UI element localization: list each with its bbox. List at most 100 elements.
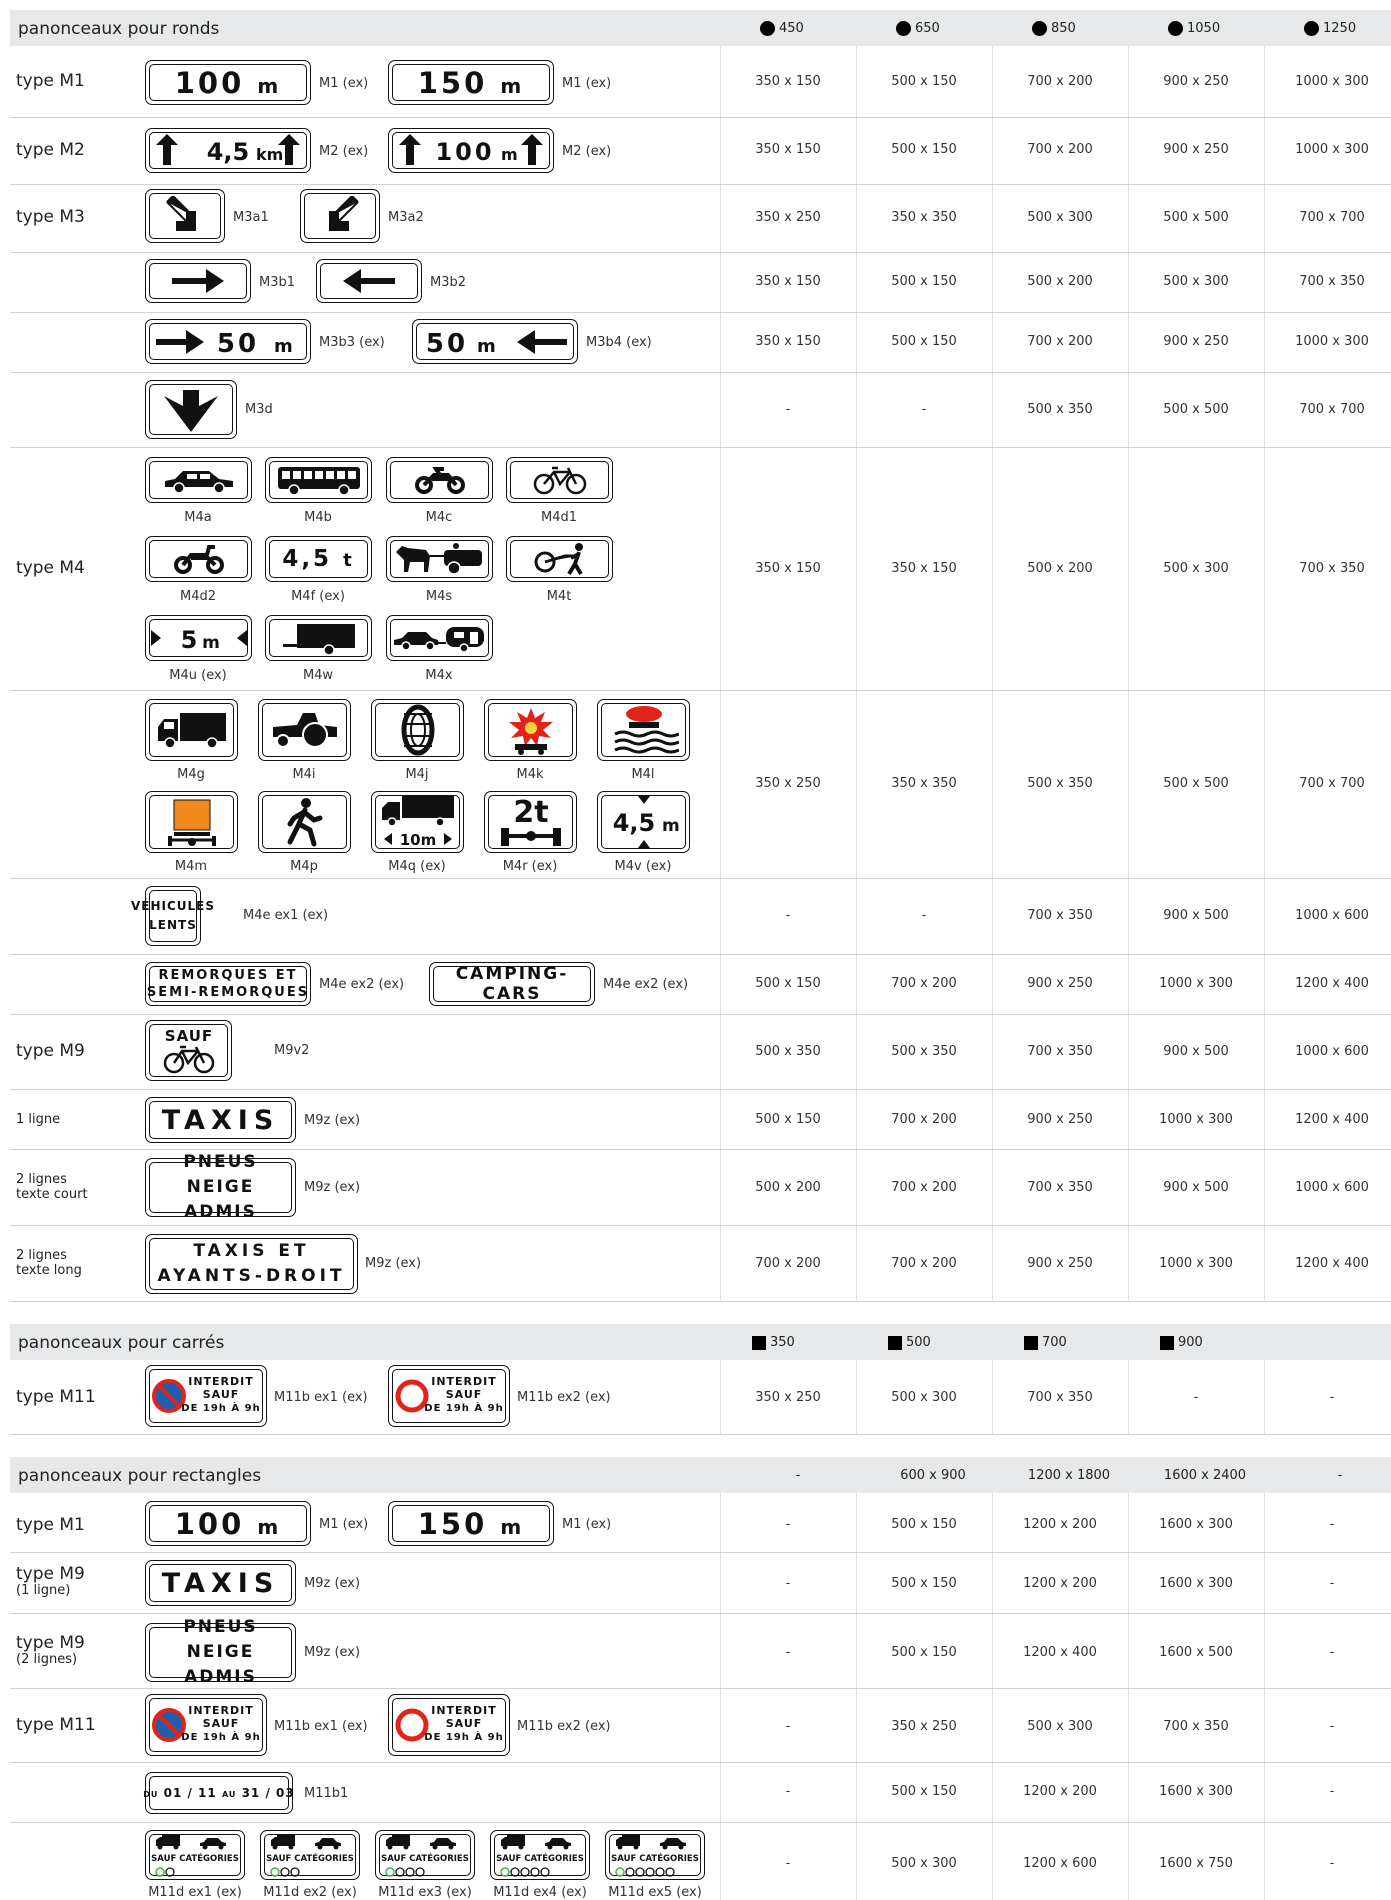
caption-m1: M1 (ex) bbox=[319, 1517, 369, 1532]
dimension-cell: 1600 x 500 bbox=[1159, 1645, 1233, 1660]
sign-m4f: 4,5 t bbox=[265, 536, 372, 582]
dimension-cell: 500 x 150 bbox=[891, 1645, 957, 1660]
svg-text:4,5: 4,5 bbox=[207, 138, 250, 166]
col-header-1250: 1250 bbox=[1304, 21, 1356, 36]
sign-m4u: 5 m bbox=[145, 615, 252, 661]
dimension-cell: 700 x 200 bbox=[1027, 142, 1093, 157]
dimension-cell: 1200 x 600 bbox=[1023, 1856, 1097, 1871]
dimension-cell: - bbox=[1329, 1645, 1335, 1660]
sign-m11d-ex1: SAUF CATÉGORIES bbox=[145, 1830, 245, 1880]
dimension-cell: 350 x 150 bbox=[755, 561, 821, 576]
dimension-cell: 900 x 500 bbox=[1163, 1044, 1229, 1059]
row-label-1-ligne: 1 ligne bbox=[16, 1112, 61, 1127]
sign-rect-m1-100m: 100 m bbox=[145, 1501, 311, 1546]
caption-m4b: M4b bbox=[304, 510, 332, 525]
dimension-cell: 500 x 500 bbox=[1163, 776, 1229, 791]
handcart-icon bbox=[534, 543, 583, 576]
sign-rect-m9z-taxis: TAXIS bbox=[145, 1560, 296, 1606]
dimension-cell: 700 x 200 bbox=[891, 1256, 957, 1271]
dimension-cell: 500 x 350 bbox=[755, 1044, 821, 1059]
dimension-cell: 500 x 150 bbox=[755, 976, 821, 991]
dimension-cell: 500 x 300 bbox=[1027, 1719, 1093, 1734]
column-divider bbox=[720, 1493, 721, 1900]
car-icon bbox=[164, 471, 233, 494]
sign-m4p bbox=[258, 791, 351, 853]
sign-m4m bbox=[145, 791, 238, 853]
dimension-cell: 1600 x 300 bbox=[1159, 1576, 1233, 1591]
row-divider bbox=[10, 312, 1391, 313]
svg-text:50: 50 bbox=[217, 329, 259, 359]
svg-text:SAUF CATÉGORIES: SAUF CATÉGORIES bbox=[381, 1852, 469, 1864]
sign-m4k bbox=[484, 699, 577, 761]
caption-m11d-ex1: M11d ex1 (ex) bbox=[148, 1885, 242, 1900]
dimension-cell: 350 x 150 bbox=[755, 274, 821, 289]
caption-m11b-ex1: M11b ex1 (ex) bbox=[274, 1390, 368, 1405]
dimension-cell: 500 x 500 bbox=[1163, 210, 1229, 225]
dimension-cell: 1200 x 400 bbox=[1295, 1112, 1369, 1127]
section-title: panonceaux pour carrés bbox=[18, 1333, 225, 1353]
sign-m11d-ex3: SAUF CATÉGORIES bbox=[375, 1830, 475, 1880]
caption-m4v: M4v (ex) bbox=[614, 859, 672, 874]
caption-m4w: M4w bbox=[302, 668, 334, 683]
sign-m11d-ex2: SAUF CATÉGORIES bbox=[260, 1830, 360, 1880]
row-label-2-lignes-long: 2 lignes texte long bbox=[16, 1248, 82, 1278]
motorcycle-icon bbox=[414, 467, 465, 494]
caption-m4e-ex2: M4e ex2 (ex) bbox=[603, 977, 689, 992]
dimension-cell: 350 x 250 bbox=[755, 1390, 821, 1405]
sign-m4i bbox=[258, 699, 351, 761]
caption-m9z: M9z (ex) bbox=[304, 1645, 361, 1660]
row-label-rect-m11: type M11 bbox=[16, 1715, 96, 1735]
col-header-350: 350 bbox=[752, 1335, 795, 1350]
dimension-cell: 500 x 150 bbox=[891, 1517, 957, 1532]
svg-text:SAUF CATÉGORIES: SAUF CATÉGORIES bbox=[496, 1852, 584, 1864]
round-icon bbox=[896, 21, 911, 36]
arrow-up-icon: 100 m bbox=[399, 133, 543, 166]
dimension-cell: 500 x 300 bbox=[891, 1856, 957, 1871]
caption-m2: M2 (ex) bbox=[319, 144, 369, 159]
svg-text:SAUF: SAUF bbox=[164, 1027, 212, 1045]
trailer-icon bbox=[282, 624, 355, 656]
dimension-cell: 1600 x 300 bbox=[1159, 1517, 1233, 1532]
caption-m4g: M4g bbox=[177, 767, 205, 782]
row-divider bbox=[10, 1014, 1391, 1015]
sign-m4d2 bbox=[145, 536, 252, 582]
dimension-cell: 1000 x 600 bbox=[1295, 1180, 1369, 1195]
dimension-cell: - bbox=[785, 1856, 791, 1871]
caption-m4k: M4k bbox=[516, 767, 544, 782]
svg-text:DE 19h À 9h: DE 19h À 9h bbox=[181, 1401, 260, 1414]
svg-text:DE 19h À 9h: DE 19h À 9h bbox=[424, 1730, 503, 1743]
caption-m4q: M4q (ex) bbox=[388, 859, 446, 874]
caption-m4x: M4x bbox=[425, 668, 453, 683]
section-title: panonceaux pour rectangles bbox=[18, 1466, 262, 1486]
row-divider bbox=[10, 1434, 1391, 1435]
caption-m11b1: M11b1 bbox=[304, 1786, 349, 1801]
sign-m4q: 10m bbox=[371, 791, 464, 853]
caption-m4e-ex1: M4e ex1 (ex) bbox=[243, 908, 329, 923]
dimension-cell: 350 x 150 bbox=[891, 561, 957, 576]
sign-m11b1: DU 01 / 11 AU 31 / 03 bbox=[143, 1772, 294, 1814]
dimension-cell: - bbox=[785, 1784, 791, 1799]
dimension-cell: 700 x 200 bbox=[891, 1112, 957, 1127]
dimension-cell: 1000 x 600 bbox=[1295, 908, 1369, 923]
caption-m1: M1 (ex) bbox=[562, 1517, 612, 1532]
row-label-carre-m11: type M11 bbox=[16, 1387, 96, 1407]
dimension-cell: - bbox=[1329, 1784, 1335, 1799]
dimension-cell: 700 x 200 bbox=[755, 1256, 821, 1271]
caption-m4p: M4p bbox=[290, 859, 318, 874]
dimension-cell: 700 x 700 bbox=[1299, 210, 1365, 225]
caption-m11d-ex2: M11d ex2 (ex) bbox=[263, 1885, 357, 1900]
col-header-2: 600 x 900 bbox=[900, 1468, 966, 1483]
horse-cart-icon bbox=[395, 543, 482, 575]
caption-m11d-ex5: M11d ex5 (ex) bbox=[608, 1885, 702, 1900]
row-divider bbox=[10, 447, 1391, 448]
no-parking-icon: INTERDIT SAUF DE 19h À 9h bbox=[152, 1375, 260, 1414]
arrow-up-icon: 4,5 km bbox=[156, 133, 300, 166]
sign-m2-4-5km: 4,5 km bbox=[145, 128, 311, 173]
sign-m4s bbox=[386, 536, 493, 582]
column-divider bbox=[992, 1493, 993, 1900]
dimension-cell: 1000 x 300 bbox=[1159, 976, 1233, 991]
truck-icon bbox=[157, 713, 226, 749]
dimension-cell: 700 x 200 bbox=[891, 1180, 957, 1195]
truck-car-category-icon: SAUF CATÉGORIES bbox=[381, 1835, 469, 1877]
svg-text:INTERDIT: INTERDIT bbox=[431, 1375, 497, 1388]
